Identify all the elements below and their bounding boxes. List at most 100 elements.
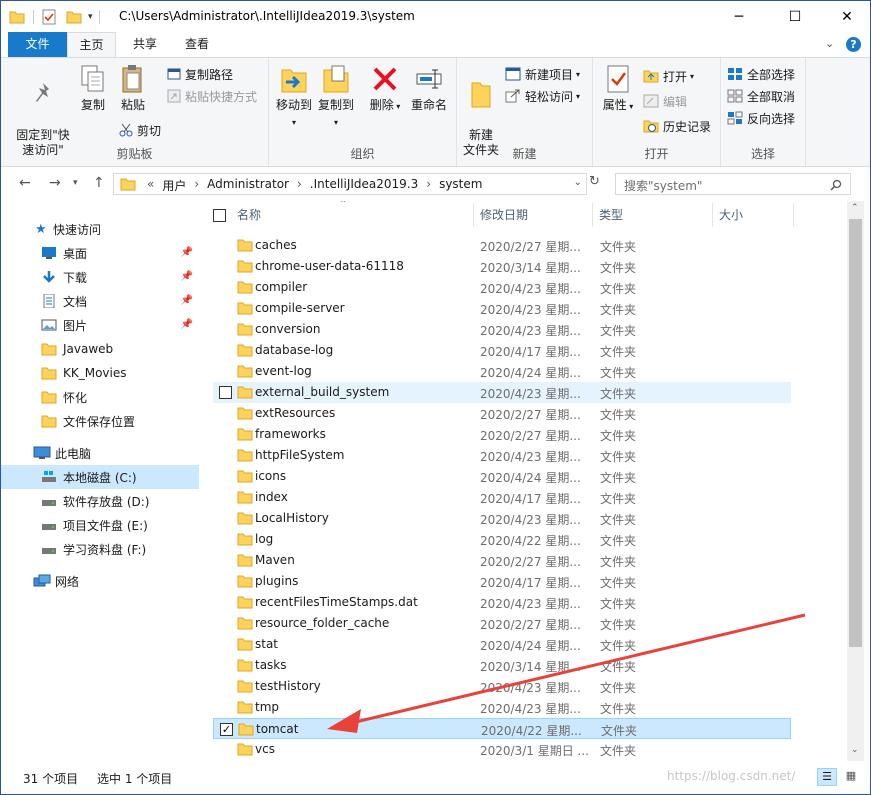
vertical-scrollbar[interactable]: ⌃ ⌄ <box>847 201 864 761</box>
recent-locations-icon[interactable]: ▾ <box>73 178 78 188</box>
table-row[interactable]: index 2020/4/17 星期... 文件夹 <box>213 487 791 508</box>
new-folder-button[interactable]: 新建 文件夹 <box>461 64 501 158</box>
column-divider[interactable] <box>712 203 713 227</box>
nav-this-pc[interactable]: 此电脑 <box>1 441 199 465</box>
scroll-down-arrow-icon[interactable]: ⌄ <box>851 745 859 755</box>
breadcrumb-administrator[interactable]: Administrator <box>202 177 294 194</box>
table-row[interactable]: caches 2020/2/27 星期... 文件夹 <box>213 235 791 256</box>
new-item-button[interactable]: 新建项目 ▾ <box>505 64 580 84</box>
invert-selection-button[interactable]: 反向选择 <box>727 108 795 128</box>
nav-item-desktop[interactable]: 桌面 📌 <box>1 241 199 265</box>
table-row[interactable]: Maven 2020/2/27 星期... 文件夹 <box>213 550 791 571</box>
nav-drive-e[interactable]: 项目文件盘 (E:) <box>1 513 199 537</box>
move-to-button[interactable]: 移动到 ▾ <box>275 64 313 130</box>
nav-quick-access[interactable]: ★ 快速访问 <box>1 217 199 241</box>
table-row[interactable]: LocalHistory 2020/4/23 星期... 文件夹 <box>213 508 791 529</box>
tab-view[interactable]: 查看 <box>175 32 219 57</box>
column-header-name[interactable]: 名称 <box>237 201 261 229</box>
column-divider[interactable] <box>473 203 474 227</box>
breadcrumb-users[interactable]: 用户 <box>157 177 191 194</box>
table-row[interactable]: icons 2020/4/24 星期... 文件夹 <box>213 466 791 487</box>
table-row[interactable]: resource_folder_cache 2020/2/27 星期... 文件夹 <box>213 613 791 634</box>
nav-item-documents[interactable]: 文档 📌 <box>1 289 199 313</box>
new-folder-quick-icon[interactable] <box>66 10 82 24</box>
back-arrow-icon[interactable]: ← <box>19 175 31 191</box>
customize-toolbar-icon[interactable]: ▾ <box>88 12 93 22</box>
nav-item-kk-movies[interactable]: KK_Movies <box>1 361 199 385</box>
table-row[interactable]: compiler 2020/4/23 星期... 文件夹 <box>213 277 791 298</box>
pin-to-quick-access-button[interactable]: 固定到"快 速访问" <box>11 64 75 158</box>
table-row[interactable]: testHistory 2020/4/23 星期... 文件夹 <box>213 676 791 697</box>
details-view-icon[interactable]: ☰ <box>817 768 837 786</box>
table-row[interactable]: vcs 2020/3/1 星期日 ... 文件夹 <box>213 739 791 760</box>
nav-drive-d[interactable]: 软件存放盘 (D:) <box>1 489 199 513</box>
nav-item-file-save-location[interactable]: 文件保存位置 <box>1 409 199 433</box>
row-checkbox[interactable]: ✓ <box>220 723 233 736</box>
search-input[interactable]: 搜索"system" <box>624 177 702 194</box>
address-dropdown-icon[interactable]: ⌄ <box>574 177 582 188</box>
select-all-button[interactable]: 全部选择 <box>727 64 795 84</box>
table-row[interactable]: tmp 2020/4/23 星期... 文件夹 <box>213 697 791 718</box>
chevron-right-icon[interactable]: › <box>191 177 202 194</box>
table-row[interactable]: frameworks 2020/2/27 星期... 文件夹 <box>213 424 791 445</box>
chevron-right-icon[interactable]: › <box>294 177 305 194</box>
table-row[interactable]: conversion 2020/4/23 星期... 文件夹 <box>213 319 791 340</box>
table-row[interactable]: chrome-user-data-61118 2020/3/14 星期... 文件夹 <box>213 256 791 277</box>
nav-item-pictures[interactable]: 图片 📌 <box>1 313 199 337</box>
chevron-right-icon[interactable]: › <box>423 177 434 194</box>
tab-home[interactable]: 主页 <box>67 32 116 58</box>
up-arrow-icon[interactable]: ↑ <box>93 175 105 191</box>
address-bar[interactable]: « 用户 › Administrator › .IntelliJIdea2019… <box>113 173 587 195</box>
delete-button[interactable]: 删除 ▾ <box>367 64 403 114</box>
column-divider[interactable] <box>592 203 593 227</box>
nav-item-huaihua[interactable]: 怀化 <box>1 385 199 409</box>
easy-access-button[interactable]: 轻松访问 ▾ <box>505 86 580 106</box>
select-all-checkbox[interactable] <box>213 209 226 222</box>
table-row[interactable]: log 2020/4/22 星期... 文件夹 <box>213 529 791 550</box>
nav-item-javaweb[interactable]: Javaweb <box>1 337 199 361</box>
large-icons-view-icon[interactable]: ▦ <box>841 768 861 786</box>
nav-drive-f[interactable]: 学习资料盘 (F:) <box>1 537 199 561</box>
column-header-size[interactable]: 大小 <box>719 201 743 229</box>
paste-button[interactable]: 粘贴 <box>115 64 151 113</box>
column-header-date[interactable]: 修改日期 <box>480 201 528 229</box>
properties-button[interactable]: 属性 ▾ <box>601 64 635 114</box>
table-row[interactable]: compile-server 2020/4/23 星期... 文件夹 <box>213 298 791 319</box>
column-header-type[interactable]: 类型 <box>599 201 623 229</box>
table-row[interactable]: plugins 2020/4/17 星期... 文件夹 <box>213 571 791 592</box>
rename-button[interactable]: 重命名 <box>407 64 451 113</box>
breadcrumb-overflow[interactable]: « <box>144 177 157 194</box>
breadcrumb-intellij[interactable]: .IntelliJIdea2019.3 <box>305 177 423 194</box>
search-box[interactable]: 搜索"system" <box>615 173 851 195</box>
nav-drive-c[interactable]: 本地磁盘 (C:) <box>1 465 199 489</box>
properties-check-icon[interactable] <box>42 9 56 25</box>
scroll-up-arrow-icon[interactable]: ⌃ <box>851 203 859 213</box>
minimize-button[interactable]: ─ <box>716 1 762 32</box>
table-row[interactable]: tasks 2020/3/14 星期... 文件夹 <box>213 655 791 676</box>
paste-shortcut-button[interactable]: 粘贴快捷方式 <box>167 86 257 106</box>
open-button[interactable]: 打开 ▾ <box>643 66 694 86</box>
close-button[interactable]: ✕ <box>824 1 870 32</box>
table-row[interactable]: extResources 2020/2/27 星期... 文件夹 <box>213 403 791 424</box>
forward-arrow-icon[interactable]: → <box>49 175 61 191</box>
tab-share[interactable]: 共享 <box>123 32 167 57</box>
expand-ribbon-icon[interactable]: ⌄ <box>825 37 834 50</box>
pin-icon[interactable]: 📌 <box>181 319 193 330</box>
table-row[interactable]: database-log 2020/4/17 星期... 文件夹 <box>213 340 791 361</box>
row-checkbox[interactable] <box>219 386 232 399</box>
maximize-button[interactable]: ☐ <box>772 1 818 32</box>
copy-button[interactable]: 复制 <box>75 64 111 113</box>
table-row[interactable]: external_build_system 2020/4/23 星期... 文件夹 <box>213 382 791 403</box>
breadcrumb-system[interactable]: system <box>434 177 487 194</box>
nav-network[interactable]: 网络 <box>1 569 199 593</box>
tab-file[interactable]: 文件 <box>8 32 67 57</box>
pin-icon[interactable]: 📌 <box>181 271 193 282</box>
help-icon[interactable]: ? <box>846 37 861 52</box>
nav-item-downloads[interactable]: 下载 📌 <box>1 265 199 289</box>
table-row[interactable]: event-log 2020/4/24 星期... 文件夹 <box>213 361 791 382</box>
cut-button[interactable]: 剪切 <box>119 120 161 140</box>
pin-icon[interactable]: 📌 <box>181 247 193 258</box>
history-button[interactable]: 历史记录 <box>643 116 711 136</box>
copy-path-button[interactable]: 复制路径 <box>167 64 233 84</box>
scrollbar-thumb[interactable] <box>849 219 862 647</box>
